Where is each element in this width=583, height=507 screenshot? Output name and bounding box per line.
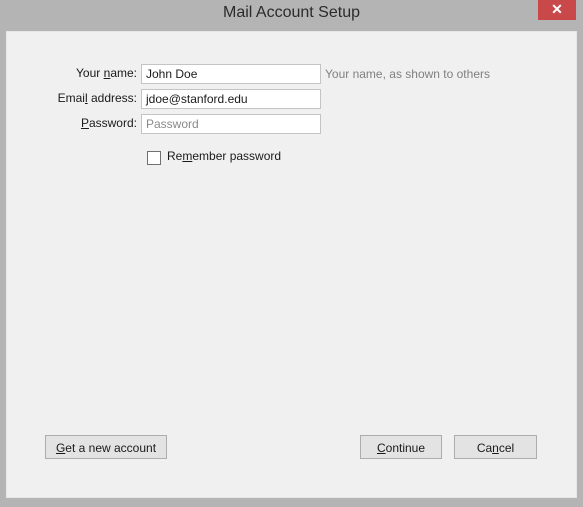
password-input[interactable]: Password [141, 114, 321, 134]
window-title: Mail Account Setup [223, 4, 360, 21]
remember-password-checkbox[interactable] [147, 151, 161, 165]
title-bar: Mail Account Setup ✕ [0, 0, 583, 29]
your-name-label: Your name: [76, 66, 137, 80]
remember-password-label[interactable]: Remember password [167, 149, 281, 163]
your-name-input[interactable]: John Doe [141, 64, 321, 84]
close-button[interactable]: ✕ [538, 0, 576, 20]
dialog-body: Your name: John Doe Your name, as shown … [6, 31, 577, 498]
get-new-account-button[interactable]: Get a new account [45, 435, 167, 459]
cancel-button[interactable]: Cancel [454, 435, 537, 459]
close-icon: ✕ [551, 1, 563, 17]
email-input[interactable]: jdoe@stanford.edu [141, 89, 321, 109]
continue-button[interactable]: Continue [360, 435, 442, 459]
password-label: Password: [80, 116, 137, 130]
your-name-hint: Your name, as shown to others [325, 67, 490, 81]
email-label: Email address: [57, 91, 137, 105]
